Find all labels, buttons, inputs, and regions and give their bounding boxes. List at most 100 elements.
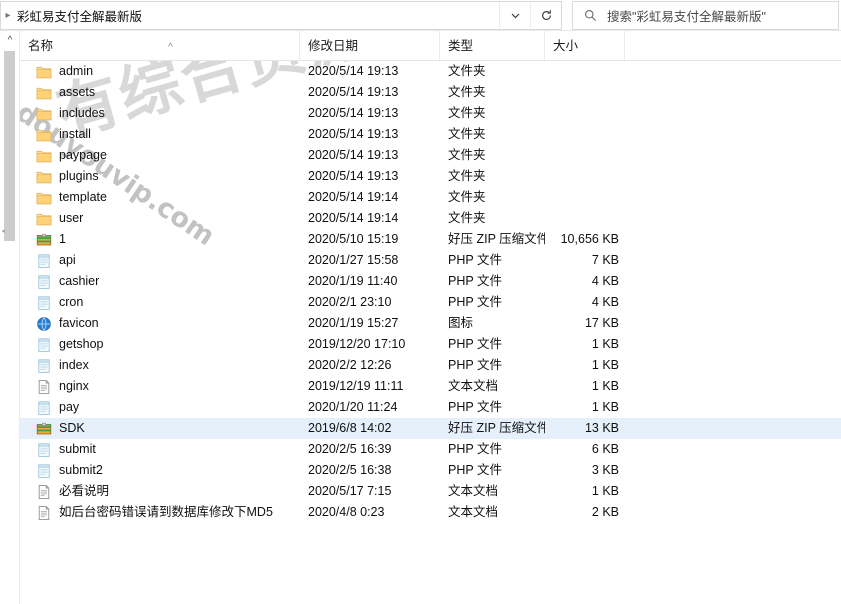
sort-ascending-icon: ^ — [168, 41, 173, 53]
php-icon — [36, 253, 52, 269]
file-date-cell: 2020/1/19 11:40 — [308, 274, 398, 288]
file-size-cell: 1 KB — [591, 379, 619, 393]
file-date-cell: 2020/2/5 16:39 — [308, 442, 392, 456]
file-date-cell: 2020/5/14 19:13 — [308, 127, 399, 141]
table-row[interactable]: SDK 2019/6/8 14:02 好压 ZIP 压缩文件 13 KB — [20, 418, 841, 439]
file-date-cell: 2020/2/1 23:10 — [308, 295, 392, 309]
table-row[interactable]: submit 2020/2/5 16:39 PHP 文件 6 KB — [20, 439, 841, 460]
text-icon — [36, 505, 52, 521]
file-date-cell: 2020/5/14 19:13 — [308, 85, 399, 99]
file-name-cell[interactable]: favicon — [20, 313, 300, 334]
file-date-cell: 2019/6/8 14:02 — [308, 421, 392, 435]
file-date-cell: 2020/1/27 15:58 — [308, 253, 399, 267]
file-name-cell[interactable]: submit2 — [20, 460, 300, 481]
file-type-cell: PHP 文件 — [448, 295, 502, 309]
file-name-cell[interactable]: assets — [20, 82, 300, 103]
file-name-label: assets — [59, 85, 96, 99]
file-type-cell: 图标 — [448, 316, 474, 330]
table-row[interactable]: template 2020/5/14 19:14 文件夹 — [20, 187, 841, 208]
file-name-cell[interactable]: 必看说明 — [20, 481, 300, 502]
file-size-cell: 10,656 KB — [560, 232, 619, 246]
table-row[interactable]: api 2020/1/27 15:58 PHP 文件 7 KB — [20, 250, 841, 271]
table-row[interactable]: favicon 2020/1/19 15:27 图标 17 KB — [20, 313, 841, 334]
file-name-cell[interactable]: paypage — [20, 145, 300, 166]
breadcrumb-current-folder[interactable]: 彩虹易支付全解最新版 — [15, 6, 499, 25]
file-date-cell: 2019/12/19 11:11 — [308, 379, 404, 393]
file-size-cell: 1 KB — [591, 358, 619, 372]
file-name-label: paypage — [59, 148, 107, 162]
file-name-label: 1 — [59, 232, 66, 246]
file-date-cell: 2020/2/2 12:26 — [308, 358, 392, 372]
file-date-cell: 2019/12/20 17:10 — [308, 337, 406, 351]
file-size-cell: 7 KB — [591, 253, 619, 267]
file-name-cell[interactable]: cron — [20, 292, 300, 313]
search-input-placeholder[interactable]: 搜索"彩虹易支付全解最新版" — [607, 6, 766, 25]
file-name-cell[interactable]: cashier — [20, 271, 300, 292]
folder-icon — [36, 127, 52, 143]
file-name-label: favicon — [59, 316, 99, 330]
table-row[interactable]: getshop 2019/12/20 17:10 PHP 文件 1 KB — [20, 334, 841, 355]
address-bar[interactable]: ▸ 彩虹易支付全解最新版 — [0, 1, 562, 30]
file-name-cell[interactable]: 如后台密码错误请到数据库修改下MD5 — [20, 502, 300, 523]
column-header-filler — [625, 31, 841, 61]
file-name-cell[interactable]: nginx — [20, 376, 300, 397]
file-name-cell[interactable]: includes — [20, 103, 300, 124]
file-name-cell[interactable]: SDK — [20, 418, 300, 439]
table-row[interactable]: 必看说明 2020/5/17 7:15 文本文档 1 KB — [20, 481, 841, 502]
file-size-cell: 4 KB — [591, 295, 619, 309]
folder-icon — [36, 148, 52, 164]
file-name-cell[interactable]: 1 — [20, 229, 300, 250]
table-row[interactable]: assets 2020/5/14 19:13 文件夹 — [20, 82, 841, 103]
folder-icon — [36, 211, 52, 227]
php-icon — [36, 358, 52, 374]
file-name-cell[interactable]: install — [20, 124, 300, 145]
file-name-cell[interactable]: admin — [20, 61, 300, 82]
file-name-cell[interactable]: plugins — [20, 166, 300, 187]
file-name-cell[interactable]: api — [20, 250, 300, 271]
column-header-type[interactable]: 类型 — [440, 31, 545, 61]
table-row[interactable]: plugins 2020/5/14 19:13 文件夹 — [20, 166, 841, 187]
chevron-up-icon[interactable]: ^ — [4, 35, 16, 46]
zip-icon — [36, 421, 52, 437]
file-type-cell: PHP 文件 — [448, 253, 502, 267]
file-list: admin 2020/5/14 19:13 文件夹 assets 2020/5/14 1… — [20, 61, 841, 523]
column-header-name[interactable]: 名称 ^ — [20, 31, 300, 61]
table-row[interactable]: cron 2020/2/1 23:10 PHP 文件 4 KB — [20, 292, 841, 313]
refresh-icon[interactable] — [530, 2, 561, 29]
file-name-label: includes — [59, 106, 105, 120]
file-name-cell[interactable]: pay — [20, 397, 300, 418]
table-row[interactable]: cashier 2020/1/19 11:40 PHP 文件 4 KB — [20, 271, 841, 292]
chevron-down-icon[interactable] — [499, 2, 530, 29]
column-header-size[interactable]: 大小 — [545, 31, 625, 61]
table-row[interactable]: user 2020/5/14 19:14 文件夹 — [20, 208, 841, 229]
table-row[interactable]: submit2 2020/2/5 16:38 PHP 文件 3 KB — [20, 460, 841, 481]
file-name-cell[interactable]: template — [20, 187, 300, 208]
table-row[interactable]: install 2020/5/14 19:13 文件夹 — [20, 124, 841, 145]
file-name-cell[interactable]: index — [20, 355, 300, 376]
table-row[interactable]: index 2020/2/2 12:26 PHP 文件 1 KB — [20, 355, 841, 376]
table-row[interactable]: admin 2020/5/14 19:13 文件夹 — [20, 61, 841, 82]
table-row[interactable]: nginx 2019/12/19 11:11 文本文档 1 KB — [20, 376, 841, 397]
file-name-label: cashier — [59, 274, 100, 288]
table-row[interactable]: includes 2020/5/14 19:13 文件夹 — [20, 103, 841, 124]
file-date-cell: 2020/5/10 15:19 — [308, 232, 399, 246]
table-row[interactable]: paypage 2020/5/14 19:13 文件夹 — [20, 145, 841, 166]
explorer-body: ^ ▪ 有综合资源网 douyouvip.com 名称 ^ 修改日期 类型 大小… — [0, 31, 841, 604]
file-type-cell: 文本文档 — [448, 505, 499, 519]
column-header-name-label: 名称 — [28, 38, 54, 53]
navigation-scrollbar[interactable] — [4, 51, 15, 241]
search-box[interactable]: 搜索"彩虹易支付全解最新版" — [572, 1, 839, 30]
file-name-label: admin — [59, 64, 94, 78]
column-header-date[interactable]: 修改日期 — [300, 31, 440, 61]
table-row[interactable]: 1 2020/5/10 15:19 好压 ZIP 压缩文件 10,656 KB — [20, 229, 841, 250]
folder-icon — [36, 169, 52, 185]
file-size-cell: 4 KB — [591, 274, 619, 288]
folder-icon — [36, 64, 52, 80]
table-row[interactable]: 如后台密码错误请到数据库修改下MD5 2020/4/8 0:23 文本文档 2 KB — [20, 502, 841, 523]
file-name-cell[interactable]: getshop — [20, 334, 300, 355]
zip-icon — [36, 232, 52, 248]
table-row[interactable]: pay 2020/1/20 11:24 PHP 文件 1 KB — [20, 397, 841, 418]
file-type-cell: 文件夹 — [448, 190, 486, 204]
file-name-cell[interactable]: submit — [20, 439, 300, 460]
file-name-cell[interactable]: user — [20, 208, 300, 229]
